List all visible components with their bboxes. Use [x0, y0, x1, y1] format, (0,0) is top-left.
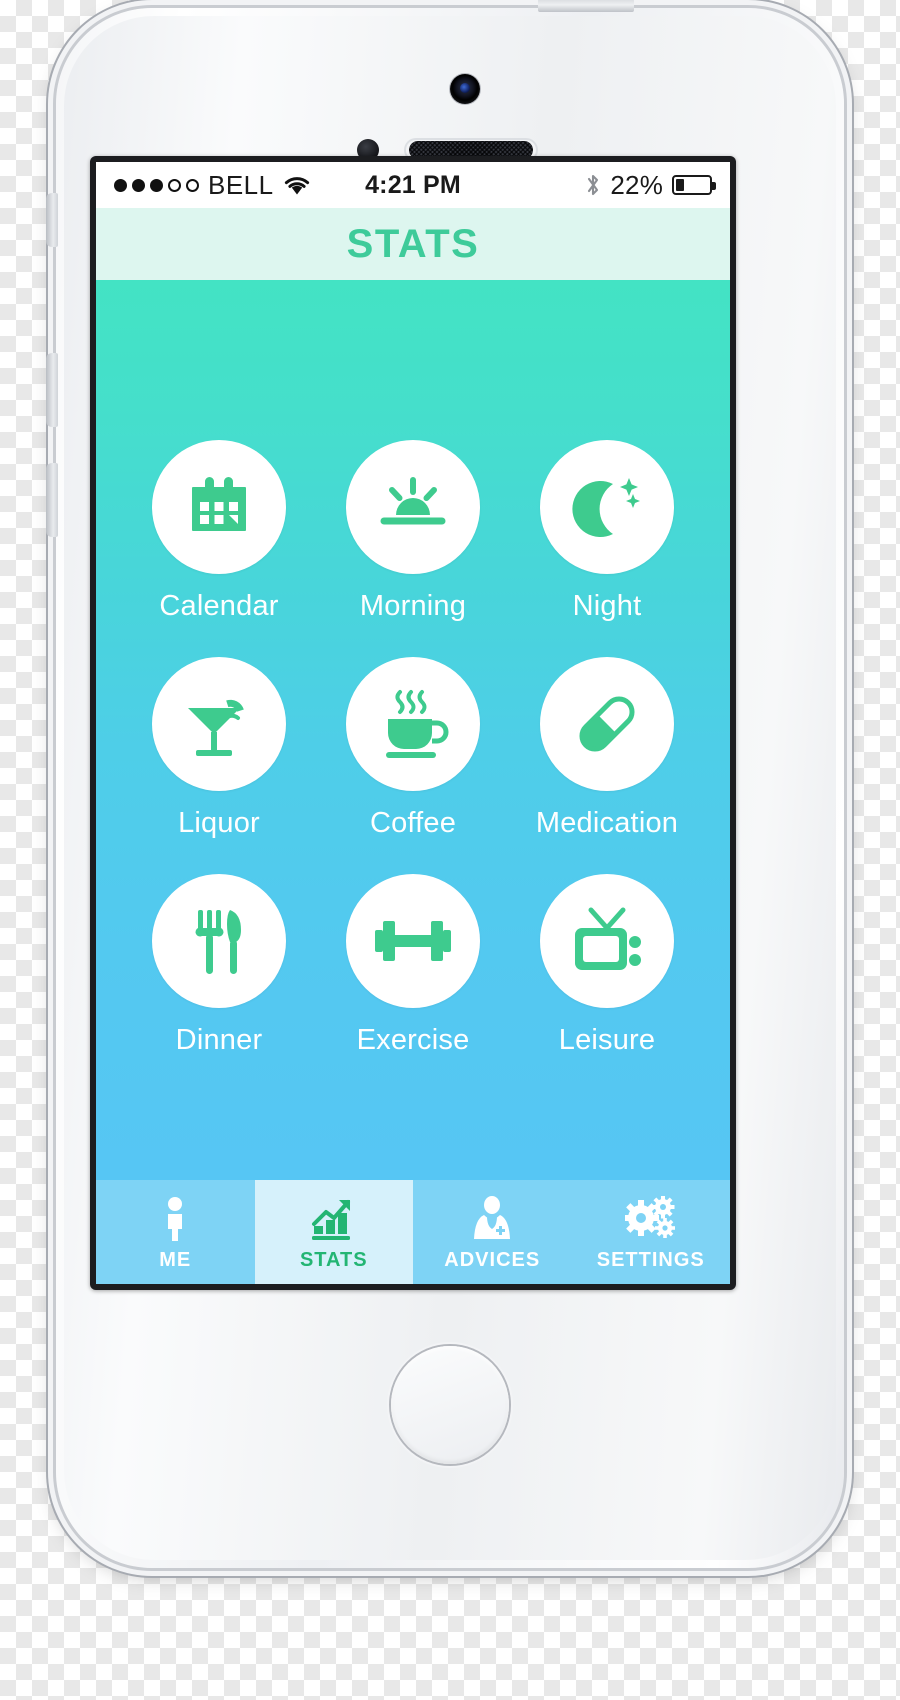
television-icon — [540, 873, 674, 1008]
tab-label: SETTINGS — [596, 1248, 705, 1271]
wifi-icon — [283, 174, 311, 196]
clock-label: 4:21 PM — [365, 170, 461, 199]
volume-up-button[interactable] — [46, 353, 58, 427]
signal-strength-icon — [114, 178, 199, 192]
navigation-bar: STATS — [96, 208, 730, 280]
battery-icon — [672, 175, 717, 195]
cocktail-icon — [152, 656, 286, 791]
tile-leisure[interactable]: Leisure — [521, 873, 693, 1057]
tile-label: Leisure — [558, 1023, 656, 1056]
tile-calendar[interactable]: Calendar — [133, 439, 305, 623]
sunrise-icon — [346, 439, 480, 574]
tile-label: Exercise — [356, 1023, 470, 1056]
status-bar-left: BELL — [114, 170, 365, 201]
status-bar-right: 22% — [461, 169, 717, 201]
phone-device: BELL 4:21 PM 22% STATS Calendar Morning … — [46, 0, 844, 1568]
tab-label: ADVICES — [444, 1248, 541, 1271]
stats-grid: Calendar Morning Night Liquor Coffee Med… — [96, 280, 730, 1180]
tab-label: STATS — [299, 1248, 368, 1271]
power-button[interactable] — [538, 0, 634, 12]
phone-screen: BELL 4:21 PM 22% STATS Calendar Morning … — [96, 162, 730, 1284]
tab-advices[interactable]: ADVICES — [413, 1180, 572, 1284]
tab-bar: ME STATS ADVICES SETTINGS — [96, 1180, 730, 1284]
tile-liquor[interactable]: Liquor — [133, 656, 305, 840]
calendar-icon — [152, 439, 286, 574]
mute-switch[interactable] — [46, 193, 58, 247]
tile-label: Calendar — [159, 589, 279, 622]
bar-chart-arrow-icon — [310, 1193, 358, 1245]
tab-me[interactable]: ME — [96, 1180, 255, 1284]
status-bar: BELL 4:21 PM 22% — [96, 162, 730, 208]
dumbbell-icon — [346, 873, 480, 1008]
tab-label: ME — [159, 1248, 192, 1271]
status-bar-center: 4:21 PM — [365, 171, 461, 200]
tile-label: Liquor — [178, 806, 260, 839]
page-title: STATS — [346, 221, 480, 266]
screen-bezel: BELL 4:21 PM 22% STATS Calendar Morning … — [90, 156, 736, 1290]
tile-label: Coffee — [369, 806, 457, 839]
tile-label: Dinner — [175, 1023, 263, 1056]
carrier-label: BELL — [208, 169, 274, 200]
tile-label: Night — [572, 589, 642, 622]
front-camera-icon — [450, 74, 480, 104]
tile-exercise[interactable]: Exercise — [327, 873, 499, 1057]
person-icon — [160, 1193, 190, 1245]
tile-medication[interactable]: Medication — [521, 656, 693, 840]
tab-stats[interactable]: STATS — [254, 1180, 413, 1284]
grid-row: Dinner Exercise Leisure — [122, 873, 704, 1057]
coffee-cup-icon — [346, 656, 480, 791]
tile-coffee[interactable]: Coffee — [327, 656, 499, 840]
tile-label: Medication — [535, 806, 679, 839]
moon-stars-icon — [540, 439, 674, 574]
doctor-icon — [471, 1193, 513, 1245]
home-button[interactable] — [391, 1346, 509, 1464]
grid-row: Calendar Morning Night — [122, 439, 704, 623]
pill-capsule-icon — [540, 656, 674, 791]
gears-icon — [624, 1193, 677, 1245]
tile-morning[interactable]: Morning — [327, 439, 499, 623]
fork-knife-icon — [152, 873, 286, 1008]
tile-night[interactable]: Night — [521, 439, 693, 623]
volume-down-button[interactable] — [46, 463, 58, 537]
tab-settings[interactable]: SETTINGS — [571, 1180, 730, 1284]
grid-row: Liquor Coffee Medication — [122, 656, 704, 840]
tile-dinner[interactable]: Dinner — [133, 873, 305, 1057]
tile-label: Morning — [359, 589, 467, 622]
battery-percent-label: 22% — [610, 169, 664, 200]
bluetooth-icon — [585, 172, 601, 198]
